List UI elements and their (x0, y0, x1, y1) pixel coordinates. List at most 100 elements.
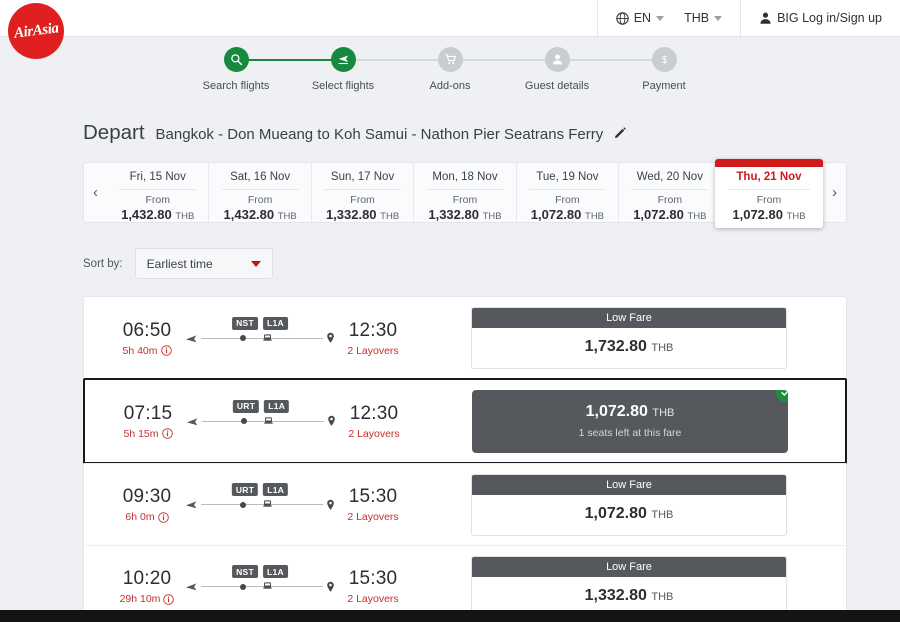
info-icon[interactable] (160, 345, 172, 356)
airasia-logo[interactable]: AirAsia (8, 3, 64, 59)
globe-icon (615, 11, 629, 25)
seats-left-note: 1 seats left at this fare (578, 426, 682, 439)
flight-path: NST L1A (185, 565, 335, 593)
date-price: 1,332.80 THB (428, 207, 501, 222)
currency-label: THB (651, 342, 674, 354)
step-payment[interactable]: $ Payment (611, 47, 718, 92)
date-cell[interactable]: Fri, 15 Nov From 1,432.80 THB (107, 163, 208, 222)
locale-group: EN THB (596, 0, 740, 36)
step-search-flights[interactable]: Search flights (183, 47, 343, 92)
flight-times: 10:20 29h 10m NST L1A 15:30 2 Layovers (84, 565, 407, 605)
fare-box-selected[interactable]: 1,072.80 THB 1 seats left at this fare (472, 389, 788, 453)
search-icon (223, 47, 249, 72)
layover-badges: URT L1A (231, 483, 289, 496)
price-value: 1,432.80 (121, 207, 172, 222)
info-icon[interactable] (163, 593, 175, 605)
fare-title: Low Fare (472, 308, 786, 328)
date-strip: ‹ Fri, 15 Nov From 1,432.80 THB Sat, 16 … (83, 159, 847, 228)
logo-text: AirAsia (12, 19, 60, 42)
info-icon[interactable] (161, 428, 173, 439)
plane-icon (185, 583, 197, 591)
account-group: BIG Log in/Sign up (740, 0, 900, 36)
login-signup-link[interactable]: BIG Log in/Sign up (759, 11, 882, 25)
layover-badges: NST L1A (232, 565, 288, 578)
pencil-icon[interactable] (614, 126, 627, 139)
step-label: Search flights (202, 80, 270, 92)
date-price: 1,332.80 THB (326, 207, 399, 222)
duration: 6h 0m (113, 511, 181, 523)
fare-title: Low Fare (472, 474, 786, 495)
depart-time: 07:15 (123, 402, 173, 424)
plane-icon (186, 417, 198, 425)
layovers: 2 Layovers (347, 593, 399, 605)
layovers: 2 Layovers (348, 427, 400, 440)
date-price: 1,432.80 THB (224, 207, 297, 222)
table-row[interactable]: 06:50 5h 40m NST L1A 12:30 2 Layovers Lo… (84, 297, 846, 379)
price-value: 1,072.80 (732, 207, 783, 222)
booking-stepper: Search flights Select flights Add-ons Gu… (0, 37, 900, 92)
divider (221, 189, 299, 190)
bottom-bar (0, 610, 900, 622)
fare-box[interactable]: Low Fare 1,332.80 THB (471, 555, 787, 618)
price-value: 1,072.80 (633, 207, 684, 222)
date-price: 1,432.80 THB (121, 207, 194, 222)
ferry-icon (263, 333, 272, 341)
sort-select[interactable]: Earliest time (134, 248, 273, 279)
date-price: 1,072.80 THB (732, 207, 805, 222)
depart-block: 06:50 5h 40m (113, 320, 181, 357)
price-value: 1,072.80 (530, 207, 582, 222)
step-guest-details[interactable]: Guest details (504, 47, 664, 92)
date-cell[interactable]: Sat, 16 Nov From 1,432.80 THB (208, 163, 310, 222)
step-label: Payment (642, 80, 686, 92)
currency-value: THB (684, 11, 710, 25)
date-cell[interactable]: Tue, 19 Nov From 1,072.80 THB (515, 163, 618, 222)
step-connector (557, 59, 664, 61)
prev-dates-button[interactable]: ‹ (84, 163, 107, 222)
layover-badge: L1A (262, 316, 288, 330)
path-line (201, 333, 323, 341)
next-dates-button[interactable]: › (823, 163, 846, 222)
currency-selector[interactable]: THB (684, 11, 723, 25)
fare-box[interactable]: Low Fare 1,732.80 THB (471, 307, 787, 369)
date-cell[interactable]: Mon, 18 Nov From 1,332.80 THB (413, 163, 515, 222)
fare-box[interactable]: Low Fare 1,072.80 THB (471, 473, 787, 536)
from-label: From (145, 194, 170, 206)
date-cell-selected[interactable]: Thu, 21 Nov From 1,072.80 THB (715, 159, 823, 228)
flight-path: NST L1A (185, 316, 335, 345)
currency-label: THB (651, 590, 674, 603)
table-row[interactable]: 09:30 6h 0m URT L1A 15:30 2 Layovers Low… (84, 463, 846, 545)
from-label: From (657, 194, 683, 206)
date-price: 1,072.80 THB (633, 207, 706, 222)
fare-price: 1,732.80 THB (472, 328, 786, 368)
step-select-flights[interactable]: Select flights (290, 47, 450, 92)
chevron-down-icon (714, 15, 723, 21)
info-icon[interactable] (157, 511, 169, 523)
duration: 5h 15m (114, 428, 182, 440)
currency-label: THB (380, 211, 400, 222)
price-value: 1,332.80 (325, 207, 377, 222)
step-add-ons[interactable]: Add-ons (397, 47, 557, 92)
arrive-time: 15:30 (348, 568, 398, 589)
fare-price: 1,072.80 THB (472, 403, 788, 421)
table-row-selected[interactable]: 07:15 5h 15m URT L1A 12:30 2 Layovers 1,… (83, 378, 847, 464)
date-cell[interactable]: Wed, 20 Nov From 1,072.80 THB (618, 163, 720, 222)
plane-icon (185, 334, 197, 342)
path-line (201, 500, 323, 508)
step-label: Select flights (311, 80, 375, 92)
chevron-down-icon (656, 15, 665, 21)
date-cell[interactable]: Sun, 17 Nov From 1,332.80 THB (310, 163, 413, 222)
date-day: Mon, 18 Nov (432, 171, 498, 183)
currency-label: THB (175, 211, 195, 222)
divider (631, 189, 709, 190)
price-value: 1,332.80 (428, 207, 479, 222)
duration-text: 6h 0m (125, 511, 155, 523)
location-pin-icon (327, 332, 334, 343)
arrive-time: 12:30 (349, 402, 399, 424)
language-selector[interactable]: EN (615, 11, 665, 25)
depart-time: 09:30 (122, 486, 172, 507)
arrive-block: 12:30 2 Layovers (340, 403, 408, 440)
step-label: Guest details (524, 80, 590, 92)
arrive-time: 15:30 (348, 486, 398, 507)
date-day: Sun, 17 Nov (330, 171, 395, 183)
location-pin-icon (327, 581, 334, 592)
